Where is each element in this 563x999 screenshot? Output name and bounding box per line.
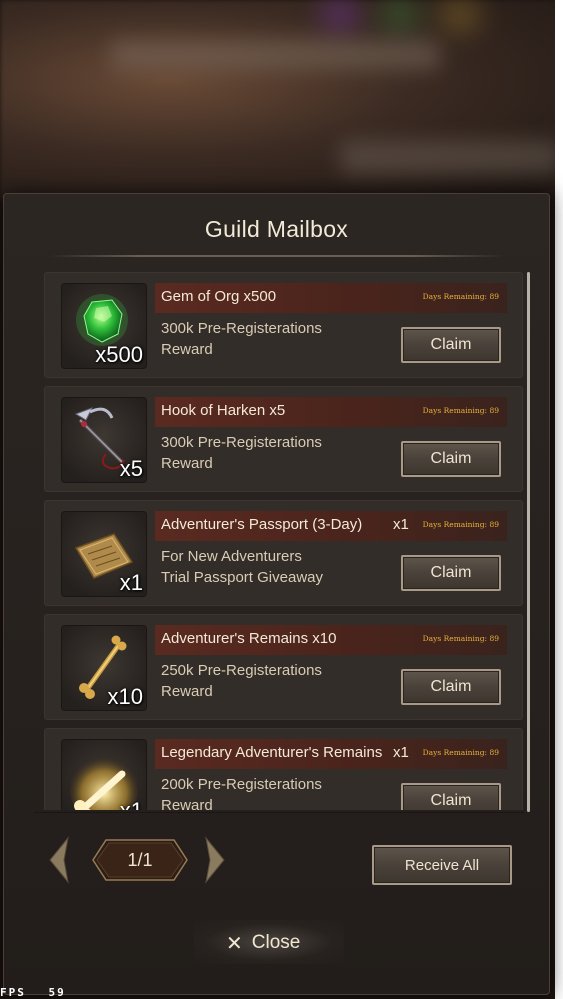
days-remaining: Days Remaining: 89 <box>422 520 499 529</box>
item-quantity: x10 <box>107 684 143 709</box>
item-description: 300k Pre-Registerations Reward <box>161 320 322 358</box>
claim-button[interactable]: Claim <box>401 441 501 477</box>
fps-counter: FPS 59 <box>0 986 66 999</box>
item-name: Adventurer's Remains x10 <box>161 630 337 647</box>
item-name: Adventurer's Passport (3-Day) <box>161 516 363 533</box>
footer-divider <box>34 812 524 813</box>
mail-list[interactable]: x500 Gem of Org x500 Days Remaining: 89 … <box>44 272 524 810</box>
previous-page-arrow-icon[interactable] <box>44 836 74 884</box>
item-name-bar: Gem of Org x500 Days Remaining: 89 <box>155 283 507 313</box>
item-slot: x1 <box>61 739 147 810</box>
item-slot: x5 <box>61 397 147 483</box>
days-remaining: Days Remaining: 89 <box>422 292 499 301</box>
mail-item: x1 Legendary Adventurer's Remains x1 Day… <box>44 728 523 810</box>
page-indicator: 1/1 <box>127 850 153 870</box>
fps-label: FPS <box>0 986 26 999</box>
item-name-bar: Adventurer's Passport (3-Day) x1 Days Re… <box>155 511 507 541</box>
next-page-arrow-icon[interactable] <box>200 836 230 884</box>
days-remaining: Days Remaining: 89 <box>422 634 499 643</box>
item-name: Hook of Harken x5 <box>161 402 286 419</box>
days-remaining: Days Remaining: 89 <box>422 406 499 415</box>
mail-item: x1 Adventurer's Passport (3-Day) x1 Days… <box>44 500 523 606</box>
item-name: Gem of Org x500 <box>161 288 277 305</box>
close-x-icon: ✕ <box>226 932 243 955</box>
panel-title: Guild Mailbox <box>204 216 349 242</box>
claim-button[interactable]: Claim <box>401 783 501 810</box>
item-name-quantity: x1 <box>393 744 409 761</box>
fps-value: 59 <box>48 986 66 999</box>
receive-all-button[interactable]: Receive All <box>372 845 512 885</box>
mail-list-scrollbar[interactable] <box>527 272 530 812</box>
item-description: For New Adventurers Trial Passport Givea… <box>161 548 323 586</box>
item-name: Legendary Adventurer's Remains <box>161 744 383 761</box>
item-slot: x500 <box>61 283 147 369</box>
close-button[interactable]: ✕ Close <box>226 930 300 956</box>
item-description: 250k Pre-Registerations Reward <box>161 662 322 700</box>
item-name-quantity: x1 <box>393 516 409 533</box>
item-quantity: x5 <box>119 456 143 481</box>
item-slot: x10 <box>61 625 147 711</box>
mailbox-panel: Guild Mailbox x500 Gem of Org x500 Days … <box>3 193 550 995</box>
claim-button[interactable]: Claim <box>401 669 501 705</box>
item-quantity: x1 <box>119 570 143 595</box>
claim-button[interactable]: Claim <box>401 327 501 363</box>
item-name-bar: Legendary Adventurer's Remains x1 Days R… <box>155 739 507 769</box>
item-description: 200k Pre-Registerations Reward <box>161 776 322 810</box>
close-label: Close <box>251 932 301 953</box>
mail-item: x500 Gem of Org x500 Days Remaining: 89 … <box>44 272 523 378</box>
claim-button[interactable]: Claim <box>401 555 501 591</box>
item-quantity: x1 <box>120 798 143 810</box>
days-remaining: Days Remaining: 89 <box>422 748 499 757</box>
title-divider <box>49 255 504 257</box>
mail-item: x5 Hook of Harken x5 Days Remaining: 89 … <box>44 386 523 492</box>
item-slot: x1 <box>61 511 147 597</box>
item-name-bar: Adventurer's Remains x10 Days Remaining:… <box>155 625 507 655</box>
item-description: 300k Pre-Registerations Reward <box>161 434 322 472</box>
item-name-bar: Hook of Harken x5 Days Remaining: 89 <box>155 397 507 427</box>
item-quantity: x500 <box>95 342 143 367</box>
mail-item: x10 Adventurer's Remains x10 Days Remain… <box>44 614 523 720</box>
